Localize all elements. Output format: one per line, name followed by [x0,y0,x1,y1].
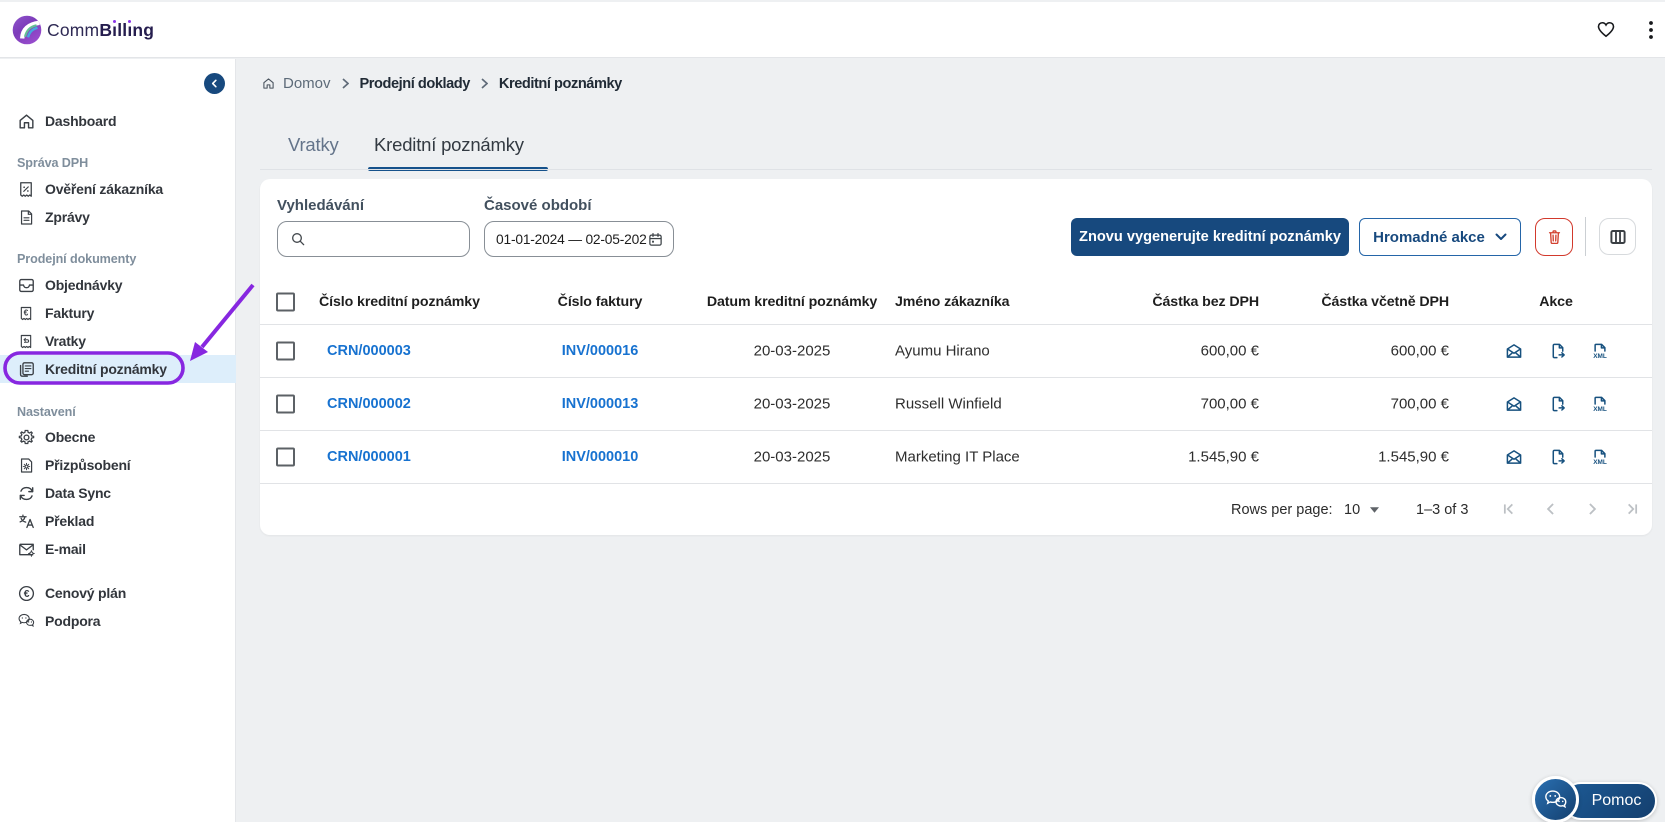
svg-text:XML: XML [1593,459,1607,466]
svg-text:€: € [23,589,29,600]
svg-text:XML: XML [1593,353,1607,360]
svg-text:XML: XML [1593,406,1607,413]
svg-text:€: € [24,307,29,317]
